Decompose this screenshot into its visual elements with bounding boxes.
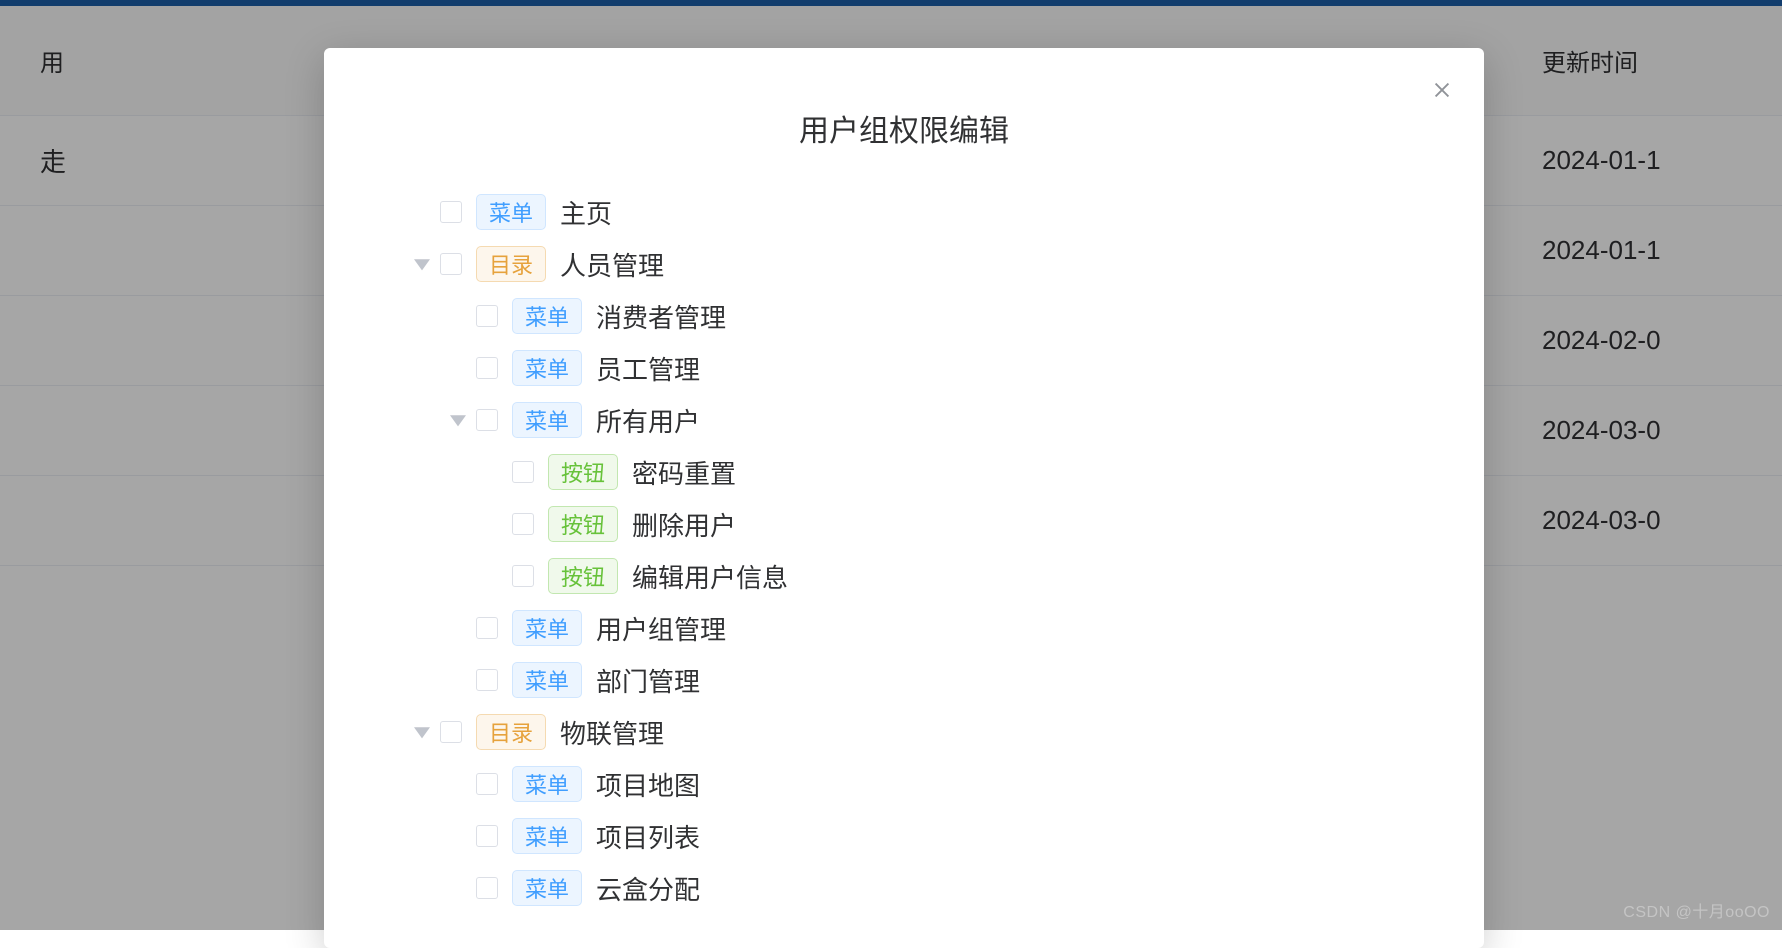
tree-node-label: 密码重置 — [632, 454, 736, 491]
expand-placeholder — [484, 566, 504, 586]
checkbox[interactable] — [476, 669, 498, 691]
checkbox[interactable] — [440, 253, 462, 275]
type-tag: 菜单 — [512, 870, 582, 906]
checkbox[interactable] — [476, 409, 498, 431]
checkbox[interactable] — [476, 617, 498, 639]
tree-node-label: 删除用户 — [632, 506, 736, 543]
chevron-down-icon[interactable] — [448, 410, 468, 430]
checkbox[interactable] — [440, 721, 462, 743]
tree-node-label: 所有用户 — [596, 402, 700, 439]
tree-node[interactable]: 菜单所有用户 — [364, 394, 1444, 446]
type-tag: 目录 — [476, 714, 546, 750]
tree-node-label: 项目列表 — [596, 818, 700, 855]
tree-node[interactable]: 目录物联管理 — [364, 706, 1444, 758]
expand-placeholder — [484, 514, 504, 534]
tree-node-label: 部门管理 — [596, 662, 700, 699]
type-tag: 菜单 — [512, 818, 582, 854]
expand-placeholder — [412, 202, 432, 222]
tree-node-label: 用户组管理 — [596, 610, 726, 647]
chevron-down-icon[interactable] — [412, 254, 432, 274]
checkbox[interactable] — [512, 461, 534, 483]
close-icon[interactable] — [1428, 76, 1456, 104]
checkbox[interactable] — [476, 877, 498, 899]
checkbox[interactable] — [476, 773, 498, 795]
type-tag: 按钮 — [548, 558, 618, 594]
tree-node[interactable]: 菜单项目列表 — [364, 810, 1444, 862]
type-tag: 菜单 — [512, 350, 582, 386]
tree-node-label: 云盒分配 — [596, 870, 700, 907]
permission-tree: 菜单主页目录人员管理菜单消费者管理菜单员工管理菜单所有用户按钮密码重置按钮删除用… — [324, 186, 1484, 914]
tree-node-label: 编辑用户信息 — [632, 558, 788, 595]
tree-node[interactable]: 菜单主页 — [364, 186, 1444, 238]
expand-placeholder — [448, 826, 468, 846]
tree-node[interactable]: 按钮编辑用户信息 — [364, 550, 1444, 602]
expand-placeholder — [448, 878, 468, 898]
tree-node-label: 人员管理 — [560, 246, 664, 283]
type-tag: 菜单 — [512, 402, 582, 438]
watermark: CSDN @十月ooOO — [1623, 898, 1770, 922]
checkbox[interactable] — [440, 201, 462, 223]
tree-node-label: 主页 — [560, 194, 612, 231]
expand-placeholder — [448, 358, 468, 378]
expand-placeholder — [484, 462, 504, 482]
tree-node-label: 员工管理 — [596, 350, 700, 387]
checkbox[interactable] — [476, 825, 498, 847]
type-tag: 菜单 — [512, 610, 582, 646]
chevron-down-icon[interactable] — [412, 722, 432, 742]
tree-node-label: 物联管理 — [560, 714, 664, 751]
tree-node[interactable]: 目录人员管理 — [364, 238, 1444, 290]
expand-placeholder — [448, 670, 468, 690]
checkbox[interactable] — [476, 357, 498, 379]
type-tag: 按钮 — [548, 454, 618, 490]
expand-placeholder — [448, 306, 468, 326]
tree-node-label: 消费者管理 — [596, 298, 726, 335]
tree-node[interactable]: 菜单项目地图 — [364, 758, 1444, 810]
checkbox[interactable] — [512, 565, 534, 587]
dialog-title: 用户组权限编辑 — [324, 48, 1484, 186]
checkbox[interactable] — [512, 513, 534, 535]
tree-node[interactable]: 按钮密码重置 — [364, 446, 1444, 498]
expand-placeholder — [448, 774, 468, 794]
tree-node[interactable]: 菜单云盒分配 — [364, 862, 1444, 914]
tree-node-label: 项目地图 — [596, 766, 700, 803]
type-tag: 菜单 — [512, 766, 582, 802]
tree-node[interactable]: 菜单消费者管理 — [364, 290, 1444, 342]
permission-dialog: 用户组权限编辑 菜单主页目录人员管理菜单消费者管理菜单员工管理菜单所有用户按钮密… — [324, 48, 1484, 948]
type-tag: 菜单 — [476, 194, 546, 230]
type-tag: 菜单 — [512, 298, 582, 334]
tree-node[interactable]: 菜单用户组管理 — [364, 602, 1444, 654]
type-tag: 目录 — [476, 246, 546, 282]
tree-node[interactable]: 菜单部门管理 — [364, 654, 1444, 706]
checkbox[interactable] — [476, 305, 498, 327]
tree-node[interactable]: 菜单员工管理 — [364, 342, 1444, 394]
tree-node[interactable]: 按钮删除用户 — [364, 498, 1444, 550]
expand-placeholder — [448, 618, 468, 638]
type-tag: 菜单 — [512, 662, 582, 698]
type-tag: 按钮 — [548, 506, 618, 542]
